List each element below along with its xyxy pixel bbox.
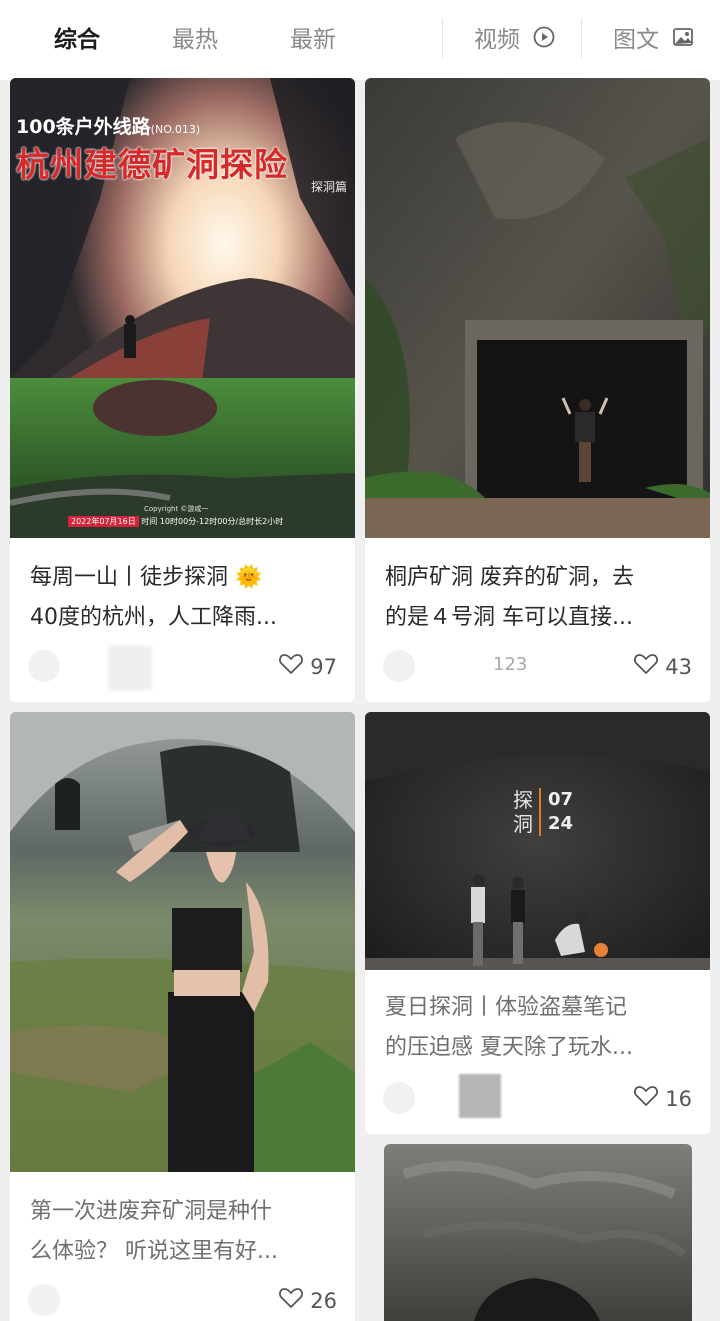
card-meta: 97 <box>28 646 337 690</box>
like-count: 43 <box>665 654 692 679</box>
author-name-blurred <box>459 1074 501 1118</box>
avatar[interactable] <box>28 650 60 682</box>
card-title-line: 的是４号洞 车可以直接... <box>385 605 633 630</box>
feed-tab-bar: 综合 最热 最新 视频 图文 <box>0 0 720 80</box>
tab-video[interactable]: 视频 <box>474 22 555 58</box>
tab-image-text-label: 图文 <box>613 27 659 53</box>
cover-copyright: Copyright ©游咸一 <box>144 505 209 513</box>
cover-subtitle-text: 100条户外线路 <box>16 116 151 138</box>
note-card[interactable]: 探 洞 07 24 夏日探洞丨体验盗墓笔记 的压迫感 夏天除了玩水... 16 <box>365 712 710 1134</box>
note-card[interactable]: 100条户外线路(NO.013) 杭州建德矿洞探险 探洞篇 Copyright … <box>10 78 355 702</box>
card-meta: 26 <box>28 1280 337 1320</box>
cover-label-top: 探 <box>513 788 533 812</box>
card-title-line: 40度的杭州，人工降雨... <box>30 605 277 630</box>
like-button[interactable]: 97 <box>278 652 337 681</box>
image-icon <box>672 23 694 59</box>
heart-icon <box>278 1286 304 1315</box>
card-title-line: 的压迫感 夏天除了玩水... <box>385 1035 633 1060</box>
note-card[interactable] <box>384 1144 692 1321</box>
avatar[interactable] <box>383 1082 415 1114</box>
cover-photo[interactable]: 探 洞 07 24 <box>365 712 710 970</box>
like-count: 26 <box>310 1288 337 1313</box>
card-title: 夏日探洞丨体验盗墓笔记 的压迫感 夏天除了玩水... <box>385 988 692 1068</box>
heart-icon <box>278 652 304 681</box>
like-count: 97 <box>310 654 337 679</box>
cover-photo[interactable] <box>365 78 710 538</box>
tab-comprehensive[interactable]: 综合 <box>54 22 100 58</box>
card-title-line: 么体验？ 听说这里有好... <box>30 1239 278 1264</box>
cover-photo[interactable]: 100条户外线路(NO.013) 杭州建德矿洞探险 探洞篇 Copyright … <box>10 78 355 538</box>
tab-divider <box>581 18 582 58</box>
tab-image-text[interactable]: 图文 <box>613 22 694 58</box>
cover-photo[interactable] <box>384 1144 692 1321</box>
cover-photo[interactable] <box>10 712 355 1172</box>
like-button[interactable]: 43 <box>633 652 692 681</box>
tab-hottest[interactable]: 最热 <box>172 22 218 58</box>
avatar[interactable] <box>28 1284 60 1316</box>
card-title: 第一次进废弃矿洞是种什 么体验？ 听说这里有好... <box>30 1192 337 1272</box>
cover-title: 杭州建德矿洞探险 <box>16 145 288 184</box>
cover-date-month: 07 <box>548 789 574 810</box>
card-title-line: 夏日探洞丨体验盗墓笔记 <box>385 995 628 1020</box>
card-title-line: 第一次进废弃矿洞是种什 <box>30 1199 273 1224</box>
like-button[interactable]: 26 <box>278 1286 337 1315</box>
note-card[interactable]: 第一次进废弃矿洞是种什 么体验？ 听说这里有好... 26 <box>10 712 355 1321</box>
card-title: 每周一山丨徒步探洞 🌞 40度的杭州，人工降雨... <box>30 558 337 638</box>
card-title-line: 桐庐矿洞 废弃的矿洞，去 <box>385 565 634 590</box>
cover-date-badge: 2022年07月16日 <box>68 516 139 527</box>
card-meta: 16 <box>383 1074 692 1118</box>
cover-tag: 探洞篇 <box>310 180 347 194</box>
tab-latest[interactable]: 最新 <box>290 22 336 58</box>
cover-subtitle: 100条户外线路(NO.013) <box>16 112 200 139</box>
card-meta: 123 43 <box>383 646 692 686</box>
card-title: 桐庐矿洞 废弃的矿洞，去 的是４号洞 车可以直接... <box>385 558 692 638</box>
author-name-blurred <box>108 646 152 690</box>
card-title-line: 每周一山丨徒步探洞 🌞 <box>30 565 263 590</box>
heart-icon <box>633 652 659 681</box>
like-button[interactable]: 16 <box>633 1084 692 1113</box>
cover-time: 时间 10时00分-12时00分/总时长2小时 <box>141 517 284 526</box>
avatar[interactable] <box>383 650 415 682</box>
tab-divider <box>442 18 443 58</box>
heart-icon <box>633 1084 659 1113</box>
play-circle-icon <box>533 23 555 59</box>
cover-label: 探 洞 <box>513 788 533 836</box>
like-count: 16 <box>665 1086 692 1111</box>
tab-video-label: 视频 <box>474 27 520 53</box>
cover-date: 07 24 <box>548 788 573 836</box>
author-name[interactable]: 123 <box>493 654 527 675</box>
cover-date-day: 24 <box>548 813 574 834</box>
note-card[interactable]: 桐庐矿洞 废弃的矿洞，去 的是４号洞 车可以直接... 123 43 <box>365 78 710 702</box>
cover-date-line: 2022年07月16日 时间 10时00分-12时00分/总时长2小时 <box>68 516 283 527</box>
cover-label-bottom: 洞 <box>513 812 533 836</box>
cover-number: (NO.013) <box>150 123 201 136</box>
